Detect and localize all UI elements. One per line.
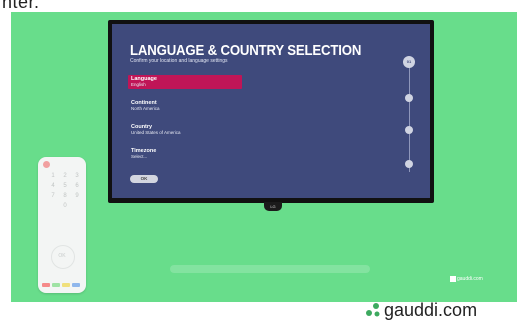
menu-item-continent[interactable]: Continent North America xyxy=(128,99,242,113)
tv-brand-logo: LG xyxy=(264,202,282,211)
numpad-key[interactable]: 3 xyxy=(71,172,83,181)
menu-item-language[interactable]: Language English xyxy=(128,75,242,89)
numpad-key[interactable]: 7 xyxy=(47,192,59,201)
tv-floor-shadow xyxy=(170,265,370,273)
blue-color-button[interactable] xyxy=(72,283,80,287)
gauddi-logo-icon xyxy=(366,303,380,317)
page-subtitle: Confirm your location and language setti… xyxy=(130,58,228,64)
step-progress-line xyxy=(409,62,410,172)
menu-item-value: North America xyxy=(131,106,160,111)
numpad-key[interactable] xyxy=(71,202,83,211)
watermark-text: gauddi.com xyxy=(457,276,483,282)
numpad-key[interactable] xyxy=(47,202,59,211)
remote-ok-button[interactable]: OK xyxy=(56,252,68,260)
menu-item-value: United States of America xyxy=(131,130,181,135)
numpad-key[interactable]: 9 xyxy=(71,192,83,201)
numpad-key[interactable]: 5 xyxy=(59,182,71,191)
numpad-key[interactable]: 8 xyxy=(59,192,71,201)
menu-item-value: English xyxy=(131,82,146,87)
step-indicator xyxy=(405,160,413,168)
top-strip: nter. xyxy=(0,0,529,12)
step-indicator xyxy=(405,126,413,134)
numpad-key[interactable]: 0 xyxy=(59,202,71,211)
numpad-key[interactable]: 2 xyxy=(59,172,71,181)
step-indicator-current: 01 xyxy=(403,56,415,68)
numpad-key[interactable]: 6 xyxy=(71,182,83,191)
menu-item-country[interactable]: Country United States of America xyxy=(128,123,242,137)
page-title: LANGUAGE & COUNTRY SELECTION xyxy=(130,42,362,59)
remote-numpad: 1 2 3 4 5 6 7 8 9 0 xyxy=(47,172,83,211)
menu-item-timezone[interactable]: Timezone Select... xyxy=(128,147,242,161)
power-button-icon[interactable] xyxy=(43,161,50,168)
yellow-color-button[interactable] xyxy=(62,283,70,287)
red-color-button[interactable] xyxy=(42,283,50,287)
menu-item-value: Select... xyxy=(131,154,148,159)
watermark-icon xyxy=(450,276,456,282)
step-indicator xyxy=(405,94,413,102)
ok-button[interactable]: OK xyxy=(130,175,158,183)
numpad-key[interactable]: 1 xyxy=(47,172,59,181)
green-color-button[interactable] xyxy=(52,283,60,287)
footer-brand-text: gauddi.com xyxy=(384,300,478,320)
numpad-key[interactable]: 4 xyxy=(47,182,59,191)
